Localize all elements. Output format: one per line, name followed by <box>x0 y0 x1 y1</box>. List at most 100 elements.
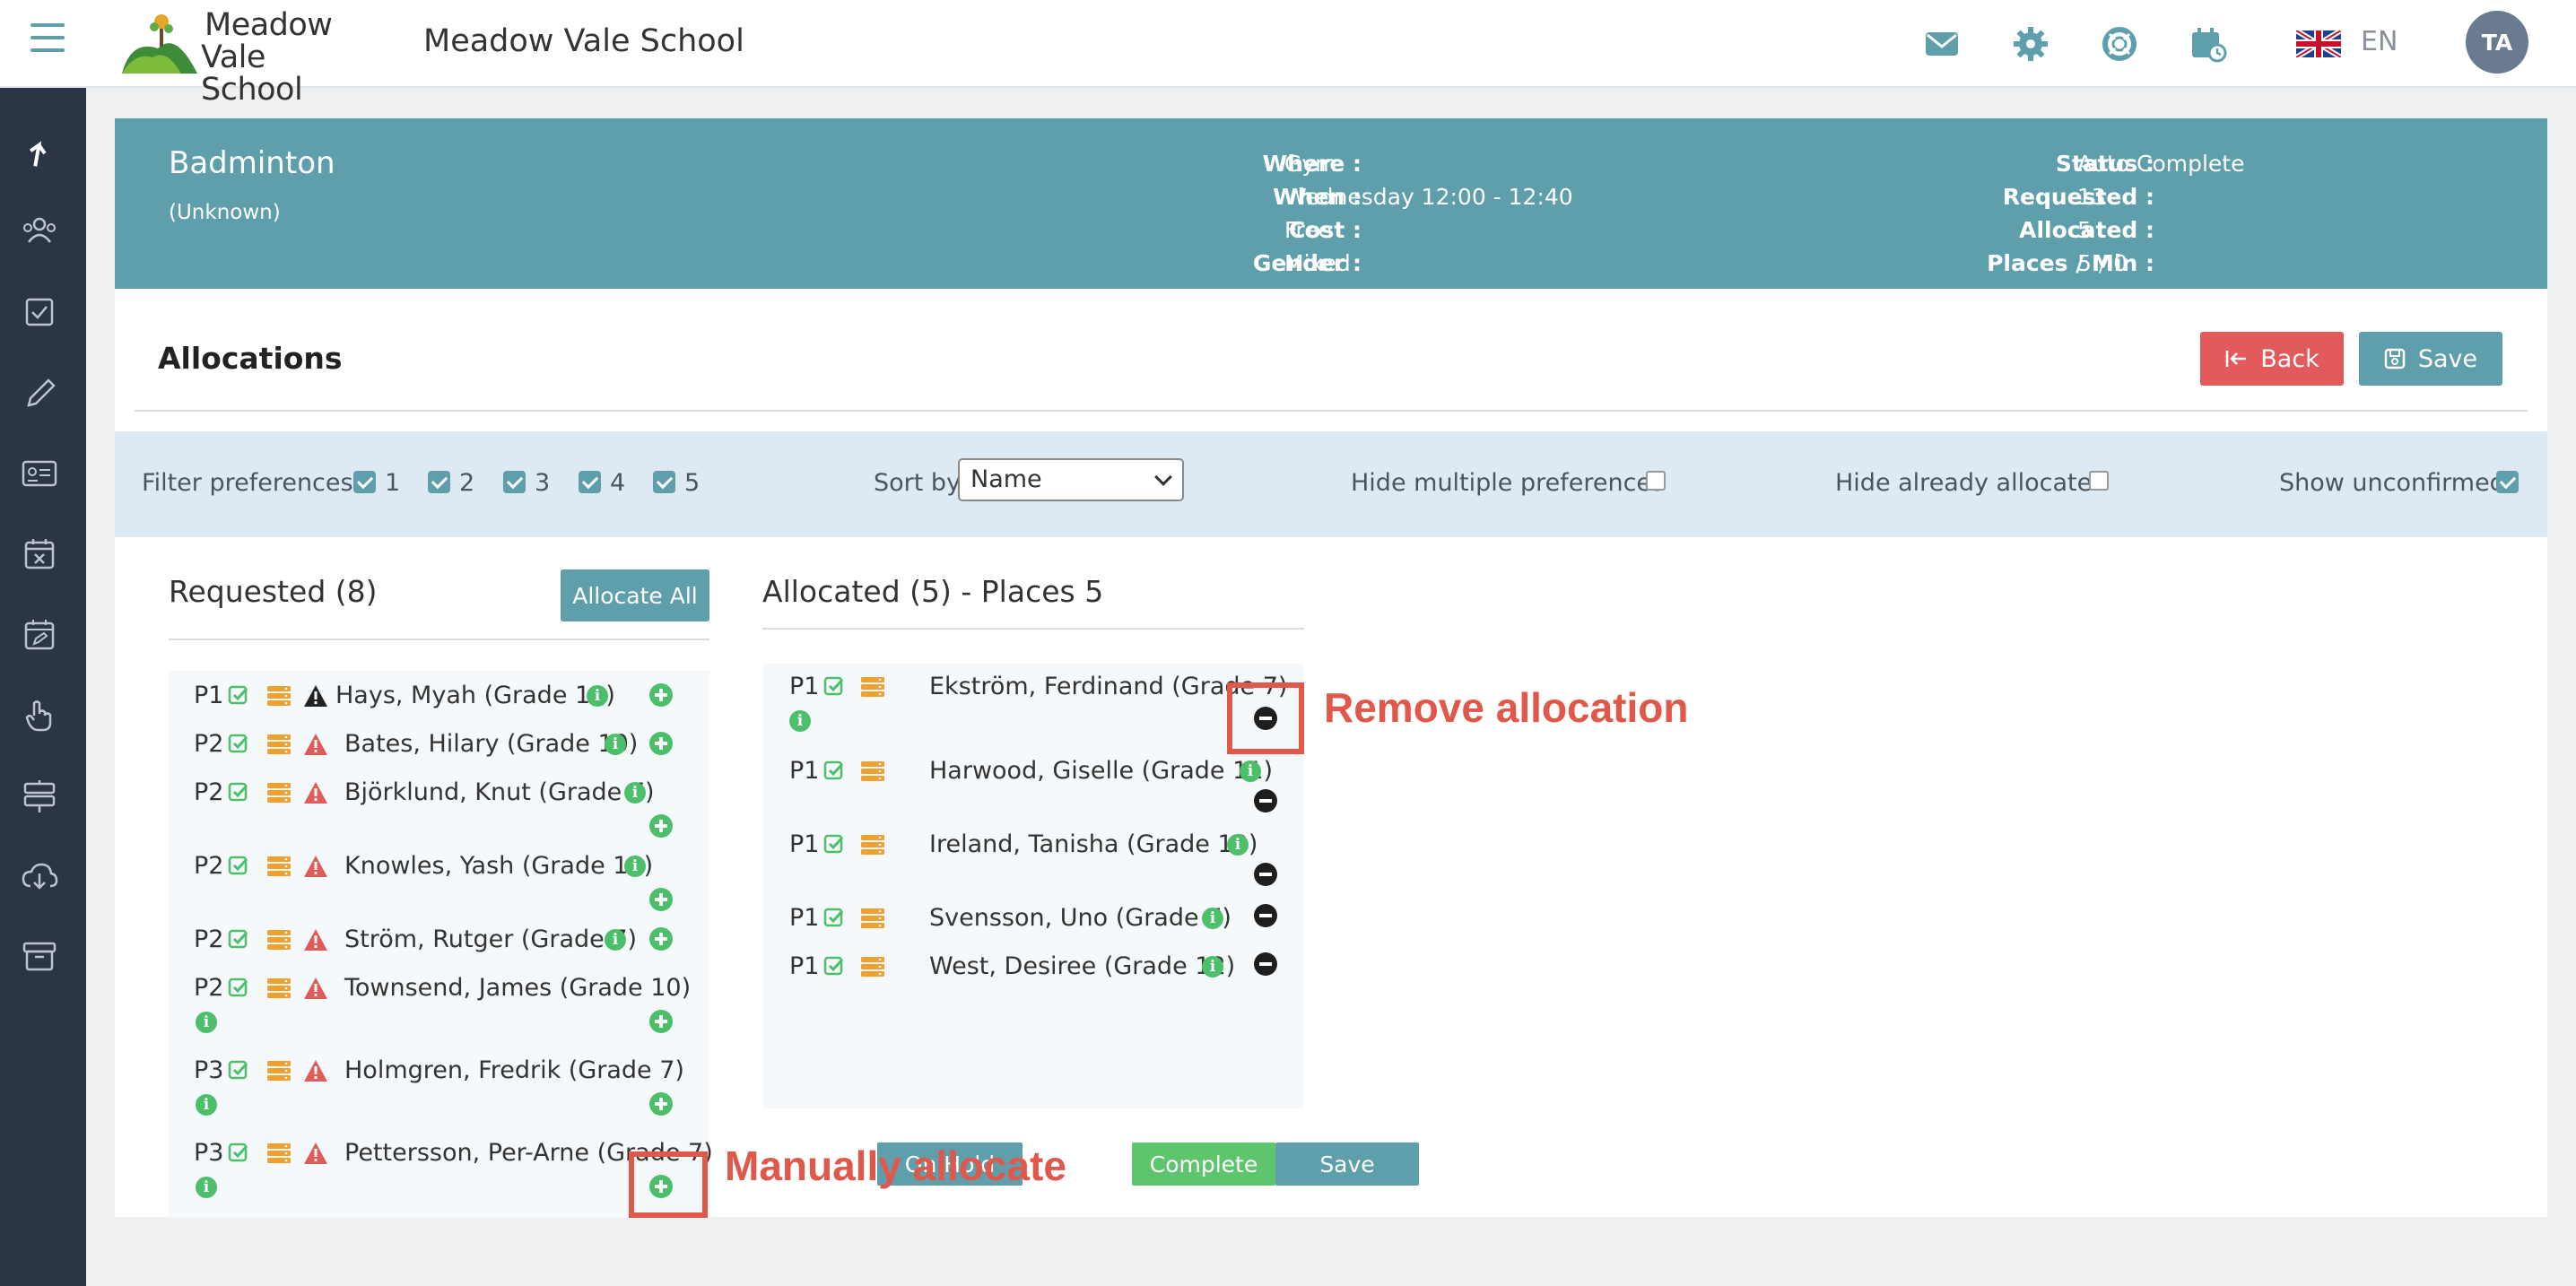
confirmed-check-icon <box>228 929 249 951</box>
preferences-stack-icon[interactable] <box>267 856 291 876</box>
allocate-plus-icon[interactable] <box>649 683 673 707</box>
gear-icon[interactable] <box>2012 25 2049 63</box>
sort-select-value: Name <box>970 465 1042 493</box>
info-icon[interactable]: i <box>196 1012 217 1033</box>
pref-4-checkbox[interactable] <box>579 471 601 493</box>
hide-multiple-label: Hide multiple preferences <box>1351 469 1665 497</box>
info-icon[interactable]: i <box>605 929 626 951</box>
pref-2-label: 2 <box>459 469 475 497</box>
calendar-edit-icon[interactable] <box>20 615 59 655</box>
preferences-stack-icon[interactable] <box>861 761 884 781</box>
signpost-icon[interactable] <box>20 777 59 816</box>
complete-button[interactable]: Complete <box>1132 1143 1275 1186</box>
user-avatar[interactable]: TA <box>2466 11 2528 74</box>
pref-3-checkbox[interactable] <box>503 471 526 493</box>
preference-badge: P2 <box>194 852 224 880</box>
allocate-plus-icon[interactable] <box>649 1010 673 1033</box>
remove-minus-icon[interactable] <box>1254 904 1277 927</box>
preference-badge: P3 <box>194 1139 224 1167</box>
info-icon[interactable]: i <box>1202 956 1223 978</box>
info-icon[interactable]: i <box>1227 834 1249 856</box>
mail-icon[interactable] <box>1923 25 1961 63</box>
confirmed-check-icon <box>228 856 249 877</box>
info-icon[interactable]: i <box>587 685 608 707</box>
preferences-stack-icon[interactable] <box>861 835 884 855</box>
allocated-list <box>762 664 1304 1108</box>
preferences-stack-icon[interactable] <box>267 1061 291 1081</box>
student-name: Townsend, James (Grade 10) <box>344 974 692 1002</box>
hand-pointer-icon[interactable] <box>20 696 59 735</box>
pref-5-checkbox[interactable] <box>653 471 675 493</box>
student-name: Björklund, Knut (Grade 7) <box>344 778 655 806</box>
share-arrow-icon[interactable] <box>20 133 59 172</box>
preference-badge: P3 <box>194 1056 224 1084</box>
preference-badge: P1 <box>789 757 820 785</box>
show-unconfirmed-checkbox[interactable] <box>2496 471 2519 493</box>
preferences-stack-icon[interactable] <box>861 908 884 928</box>
remove-minus-icon[interactable] <box>1254 863 1277 886</box>
info-icon[interactable]: i <box>196 1177 217 1198</box>
preferences-stack-icon[interactable] <box>267 734 291 754</box>
school-logo[interactable]: Meadow Vale School <box>122 9 355 106</box>
uk-flag-icon[interactable] <box>2296 30 2341 57</box>
preferences-stack-icon[interactable] <box>861 957 884 977</box>
info-icon[interactable]: i <box>789 710 811 732</box>
calendar-x-icon[interactable] <box>20 534 59 574</box>
back-button-label: Back <box>2260 344 2319 373</box>
preferences-stack-icon[interactable] <box>267 930 291 950</box>
pencil-icon[interactable] <box>20 373 59 413</box>
info-icon[interactable]: i <box>1240 760 1261 782</box>
student-name: Hays, Myah (Grade 11) <box>335 682 615 709</box>
pref-2-checkbox[interactable] <box>428 471 450 493</box>
save-button[interactable]: Save <box>2359 332 2502 386</box>
preferences-stack-icon[interactable] <box>267 978 291 998</box>
info-icon[interactable]: i <box>624 782 646 804</box>
student-name: West, Desiree (Grade 12) <box>929 952 1236 980</box>
allocate-plus-icon[interactable] <box>649 888 673 911</box>
allocated-title: Allocated (5) - Places 5 <box>762 574 1104 609</box>
preferences-stack-icon[interactable] <box>267 1143 291 1163</box>
cloud-download-icon[interactable] <box>20 857 59 897</box>
confirmed-check-icon <box>823 908 845 929</box>
info-icon[interactable]: i <box>196 1094 217 1116</box>
filter-preferences-label: Filter preferences <box>142 469 353 497</box>
info-icon[interactable]: i <box>1202 908 1223 929</box>
info-icon[interactable]: i <box>624 856 646 877</box>
back-button[interactable]: Back <box>2200 332 2344 386</box>
allocate-plus-icon[interactable] <box>649 732 673 755</box>
preferences-stack-icon[interactable] <box>267 686 291 706</box>
save-allocations-button[interactable]: Save <box>1275 1143 1419 1186</box>
confirmed-check-icon <box>823 676 845 698</box>
archive-icon[interactable] <box>20 936 59 976</box>
confirmed-check-icon <box>228 978 249 999</box>
confirmed-check-icon <box>228 782 249 804</box>
allocate-plus-icon[interactable] <box>649 927 673 951</box>
language-label[interactable]: EN <box>2361 26 2398 57</box>
allocate-plus-icon[interactable] <box>649 814 673 838</box>
sort-select[interactable]: Name <box>958 458 1184 501</box>
info-icon[interactable]: i <box>605 734 626 755</box>
allocate-all-button[interactable]: Allocate All <box>561 569 709 621</box>
preferences-stack-icon[interactable] <box>861 677 884 697</box>
users-icon[interactable] <box>20 212 59 251</box>
confirmed-check-icon <box>228 1143 249 1164</box>
hide-multiple-checkbox[interactable] <box>1646 471 1666 491</box>
remove-minus-icon[interactable] <box>1254 952 1277 976</box>
warning-icon <box>303 684 328 708</box>
menu-icon[interactable] <box>30 23 65 63</box>
preferences-stack-icon[interactable] <box>267 783 291 803</box>
allocate-plus-icon[interactable] <box>649 1092 673 1116</box>
allocation-card: Badminton (Unknown) Where : When : Cost … <box>115 118 2547 1218</box>
allocated-divider <box>762 628 1304 630</box>
id-card-icon[interactable] <box>20 454 59 493</box>
student-name: Ireland, Tanisha (Grade 12) <box>929 830 1258 858</box>
confirmed-check-icon <box>228 734 249 755</box>
remove-minus-icon[interactable] <box>1254 789 1277 812</box>
help-lifebuoy-icon[interactable] <box>2101 25 2138 63</box>
calendar-clock-icon[interactable] <box>2189 25 2227 63</box>
remove-allocation-annotation: Remove allocation <box>1324 684 1689 731</box>
checkbox-icon[interactable] <box>20 292 59 332</box>
pref-1-checkbox[interactable] <box>353 471 376 493</box>
hide-allocated-checkbox[interactable] <box>2089 471 2109 491</box>
student-name: Ström, Rutger (Grade 7) <box>344 925 638 953</box>
